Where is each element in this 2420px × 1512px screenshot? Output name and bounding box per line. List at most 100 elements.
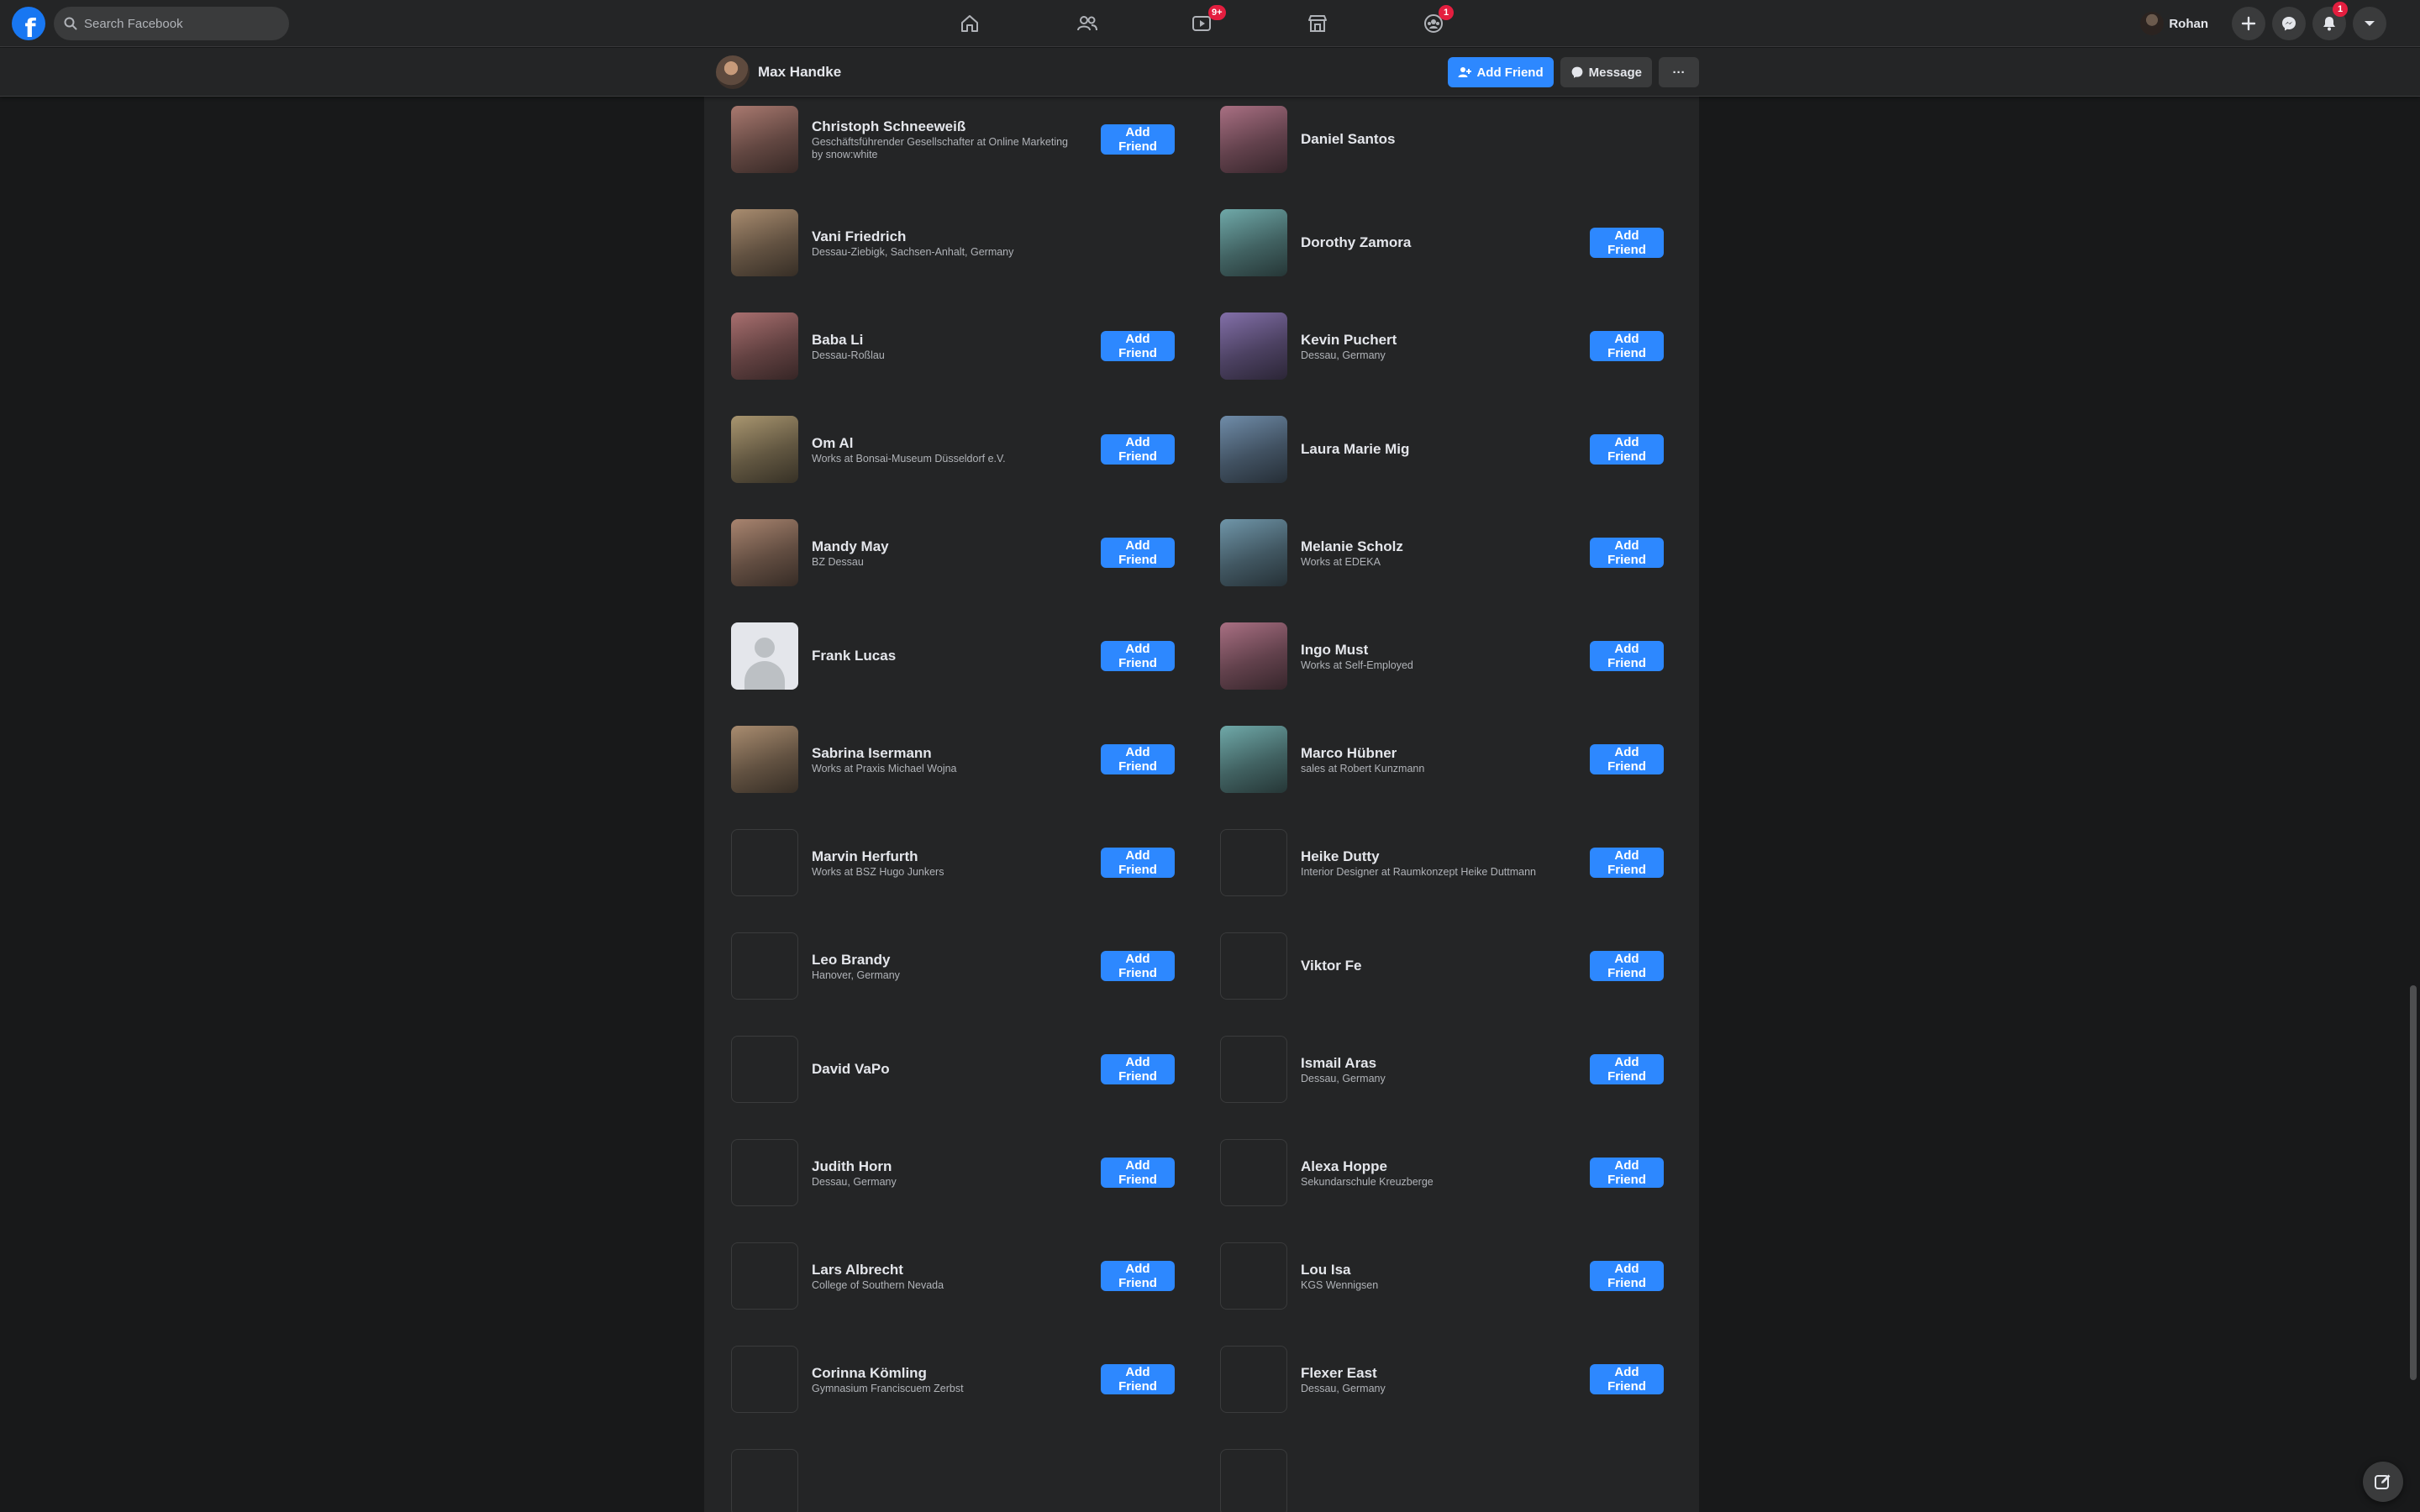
friend-photo[interactable] bbox=[1220, 519, 1287, 586]
friend-name[interactable]: Daniel Santos bbox=[1301, 130, 1570, 148]
friend-photo[interactable] bbox=[1220, 209, 1287, 276]
profile-shortcut[interactable]: Rohan bbox=[2137, 8, 2218, 39]
friend-name[interactable]: Vani Friedrich bbox=[812, 228, 1081, 245]
add-friend-button[interactable]: Add Friend bbox=[1590, 228, 1664, 258]
nav-tab-home[interactable] bbox=[923, 3, 1017, 44]
add-friend-button[interactable]: Add Friend bbox=[1101, 1054, 1175, 1084]
friend-name[interactable]: Mandy May bbox=[812, 538, 1081, 555]
friend-photo[interactable] bbox=[731, 932, 798, 1000]
search-box[interactable] bbox=[54, 7, 289, 40]
facebook-logo[interactable]: f bbox=[12, 7, 45, 40]
friend-photo[interactable] bbox=[731, 622, 798, 690]
friend-name[interactable]: Lars Albrecht bbox=[812, 1261, 1081, 1278]
profile-name[interactable]: Max Handke bbox=[758, 64, 1448, 81]
add-friend-button[interactable]: Add Friend bbox=[1101, 951, 1175, 981]
add-friend-button[interactable]: Add Friend bbox=[1101, 538, 1175, 568]
friend-name[interactable]: Marco Hübner bbox=[1301, 744, 1570, 762]
friend-photo[interactable] bbox=[1220, 726, 1287, 793]
friend-photo[interactable] bbox=[1220, 416, 1287, 483]
add-friend-button[interactable]: Add Friend bbox=[1590, 538, 1664, 568]
friend-photo[interactable] bbox=[731, 209, 798, 276]
friend-photo[interactable] bbox=[731, 1449, 798, 1512]
friend-name[interactable]: Judith Horn bbox=[812, 1158, 1081, 1175]
friend-name[interactable]: Leo Brandy bbox=[812, 951, 1081, 969]
friend-photo[interactable] bbox=[1220, 106, 1287, 173]
friend-photo[interactable] bbox=[1220, 1449, 1287, 1512]
add-friend-button[interactable]: Add Friend bbox=[1101, 331, 1175, 361]
friend-photo[interactable] bbox=[1220, 1139, 1287, 1206]
friend-photo[interactable] bbox=[731, 726, 798, 793]
add-friend-button[interactable]: Add Friend bbox=[1101, 641, 1175, 671]
friend-photo[interactable] bbox=[1220, 932, 1287, 1000]
friend-photo[interactable] bbox=[731, 312, 798, 380]
search-input[interactable] bbox=[84, 16, 269, 31]
profile-avatar[interactable] bbox=[716, 55, 750, 89]
add-friend-button[interactable]: Add Friend bbox=[1590, 848, 1664, 878]
notifications-button[interactable]: 1 bbox=[2312, 2, 2348, 40]
friend-name[interactable]: Dorothy Zamora bbox=[1301, 234, 1570, 251]
friend-name[interactable]: Frank Lucas bbox=[812, 647, 1081, 664]
new-message-button[interactable] bbox=[2363, 1462, 2403, 1502]
friend-photo[interactable] bbox=[731, 1036, 798, 1103]
friend-name[interactable]: Baba Li bbox=[812, 331, 1081, 349]
friend-photo[interactable] bbox=[1220, 829, 1287, 896]
friend-photo[interactable] bbox=[731, 1346, 798, 1413]
friend-name[interactable]: Corinna Kömling bbox=[812, 1364, 1081, 1382]
friend-card bbox=[1193, 1441, 1664, 1512]
add-friend-button[interactable]: Add Friend bbox=[1101, 1364, 1175, 1394]
friend-photo[interactable] bbox=[731, 829, 798, 896]
friend-name[interactable]: David VaPo bbox=[812, 1060, 1081, 1078]
friend-photo[interactable] bbox=[731, 416, 798, 483]
friend-name[interactable]: Christoph Schneeweiß bbox=[812, 118, 1081, 135]
page-scrollbar[interactable] bbox=[2407, 97, 2420, 1512]
friend-photo[interactable] bbox=[731, 106, 798, 173]
add-friend-button[interactable]: Add Friend bbox=[1590, 641, 1664, 671]
friend-photo[interactable] bbox=[1220, 312, 1287, 380]
friend-name[interactable]: Sabrina Isermann bbox=[812, 744, 1081, 762]
more-options-button[interactable]: ··· bbox=[1659, 57, 1699, 87]
create-button[interactable] bbox=[2232, 7, 2265, 40]
add-friend-button[interactable]: Add Friend bbox=[1590, 744, 1664, 774]
add-friend-button[interactable]: Add Friend bbox=[1590, 1261, 1664, 1291]
nav-tab-watch[interactable]: 9+ bbox=[1155, 3, 1249, 44]
scrollbar-thumb[interactable] bbox=[2410, 985, 2417, 1380]
friend-name[interactable]: Melanie Scholz bbox=[1301, 538, 1570, 555]
add-friend-button[interactable]: Add Friend bbox=[1101, 744, 1175, 774]
add-friend-button[interactable]: Add Friend bbox=[1590, 434, 1664, 465]
message-button[interactable]: Message bbox=[1560, 57, 1652, 87]
friend-photo[interactable] bbox=[1220, 1036, 1287, 1103]
friend-name[interactable]: Marvin Herfurth bbox=[812, 848, 1081, 865]
friend-name[interactable]: Lou Isa bbox=[1301, 1261, 1570, 1278]
friend-photo[interactable] bbox=[1220, 1346, 1287, 1413]
profile-add-friend-button[interactable]: Add Friend bbox=[1448, 57, 1554, 87]
add-friend-button[interactable]: Add Friend bbox=[1590, 951, 1664, 981]
add-friend-button[interactable]: Add Friend bbox=[1101, 124, 1175, 155]
add-friend-button[interactable]: Add Friend bbox=[1590, 1364, 1664, 1394]
add-friend-button[interactable]: Add Friend bbox=[1101, 434, 1175, 465]
add-friend-button[interactable]: Add Friend bbox=[1590, 1054, 1664, 1084]
friend-name[interactable]: Flexer East bbox=[1301, 1364, 1570, 1382]
friend-name[interactable]: Heike Dutty bbox=[1301, 848, 1570, 865]
friend-photo[interactable] bbox=[731, 1242, 798, 1310]
add-friend-button[interactable]: Add Friend bbox=[1590, 1158, 1664, 1188]
nav-tab-marketplace[interactable] bbox=[1270, 3, 1365, 44]
nav-tab-groups[interactable]: 1 bbox=[1386, 3, 1481, 44]
add-friend-button[interactable]: Add Friend bbox=[1101, 848, 1175, 878]
friend-name[interactable]: Om Al bbox=[812, 434, 1081, 452]
friend-photo[interactable] bbox=[731, 1139, 798, 1206]
friend-name[interactable]: Kevin Puchert bbox=[1301, 331, 1570, 349]
add-friend-button[interactable]: Add Friend bbox=[1590, 331, 1664, 361]
friend-name[interactable]: Viktor Fe bbox=[1301, 957, 1570, 974]
nav-tab-friends[interactable] bbox=[1040, 3, 1134, 44]
friend-photo[interactable] bbox=[1220, 1242, 1287, 1310]
friend-name[interactable]: Alexa Hoppe bbox=[1301, 1158, 1570, 1175]
friend-photo[interactable] bbox=[731, 519, 798, 586]
account-menu-button[interactable] bbox=[2353, 7, 2386, 40]
messenger-button[interactable] bbox=[2272, 7, 2306, 40]
add-friend-button[interactable]: Add Friend bbox=[1101, 1158, 1175, 1188]
friend-photo[interactable] bbox=[1220, 622, 1287, 690]
friend-name[interactable]: Ingo Must bbox=[1301, 641, 1570, 659]
add-friend-button[interactable]: Add Friend bbox=[1101, 1261, 1175, 1291]
friend-name[interactable]: Ismail Aras bbox=[1301, 1054, 1570, 1072]
friend-name[interactable]: Laura Marie Mig bbox=[1301, 440, 1570, 458]
